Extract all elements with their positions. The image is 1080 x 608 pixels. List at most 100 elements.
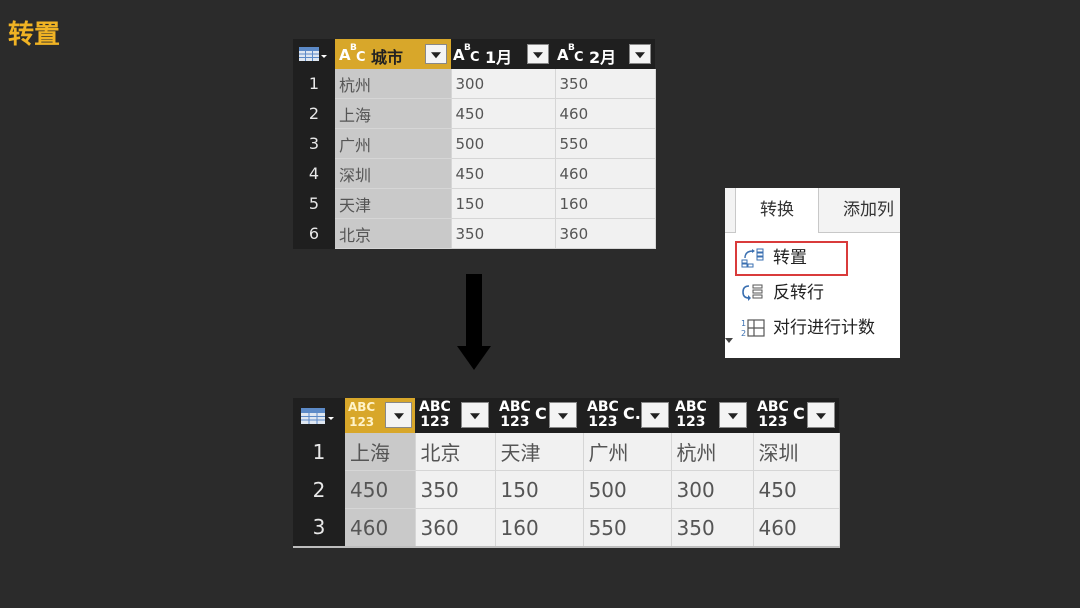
reverse-rows-label: 反转行 <box>773 283 824 303</box>
table-cell[interactable]: 160 <box>555 188 656 219</box>
table-cell[interactable]: 460 <box>753 508 840 548</box>
reverse-rows-icon <box>742 284 763 301</box>
slide-title: 转置 <box>8 20 61 50</box>
column-header-city[interactable]: ABC 城市 <box>335 39 451 69</box>
table-cell[interactable]: 450 <box>753 470 840 509</box>
any-type-icon: ABC 123 <box>675 399 707 430</box>
table-cell[interactable]: 150 <box>495 470 584 509</box>
table-cell[interactable]: 450 <box>345 470 416 509</box>
any-type-icon: ABC 123 <box>587 399 619 430</box>
column-filter-button[interactable] <box>385 402 412 428</box>
column-header-label: 1月 <box>485 48 513 67</box>
column-filter-button[interactable] <box>719 402 747 428</box>
column-header[interactable]: ABC 123 <box>415 398 495 433</box>
text-type-icon: ABC <box>453 43 480 65</box>
table-cell[interactable]: 350 <box>415 470 496 509</box>
column-header-label: C. <box>623 404 641 423</box>
column-header-label: C <box>535 404 547 423</box>
table-cell[interactable]: 天津 <box>495 433 584 471</box>
count-rows-label: 对行进行计数 <box>773 318 875 338</box>
column-header-label: 城市 <box>371 48 404 67</box>
tab-transform[interactable]: 转换 <box>735 188 819 233</box>
transpose-button[interactable]: 转置 <box>739 243 847 273</box>
column-filter-button[interactable] <box>425 44 447 64</box>
table-row: 1 上海 北京 天津 广州 杭州 深圳 <box>293 433 840 471</box>
table-row: 2 450 350 150 500 300 450 <box>293 470 840 509</box>
column-filter-button[interactable] <box>641 402 669 428</box>
table-icon <box>299 47 327 61</box>
table-row: 5 天津 150 160 <box>293 188 656 219</box>
original-table: ABC 城市 ABC 1月 ABC 2月 1 杭州 300 350 2 上海 4… <box>293 39 656 249</box>
column-filter-button[interactable] <box>807 402 835 428</box>
table-cell[interactable]: 460 <box>345 508 416 548</box>
table-cell[interactable]: 上海 <box>345 433 416 471</box>
table-cell[interactable]: 天津 <box>335 188 452 219</box>
row-number: 3 <box>293 508 345 548</box>
column-header-jan[interactable]: ABC 1月 <box>451 39 555 69</box>
table-cell[interactable]: 460 <box>555 158 656 189</box>
tab-add-column[interactable]: 添加列 <box>843 188 900 232</box>
table-cell[interactable]: 550 <box>555 128 656 159</box>
ribbon-tab-bar: 转换 添加列 <box>725 188 900 233</box>
table-cell[interactable]: 350 <box>555 69 656 99</box>
column-header[interactable]: ABC 123 <box>345 398 415 433</box>
chevron-down-icon[interactable] <box>725 338 733 343</box>
table-cell[interactable]: 300 <box>671 470 754 509</box>
table-cell[interactable]: 550 <box>583 508 672 548</box>
column-header[interactable]: ABC 123 C <box>495 398 583 433</box>
table-cell[interactable]: 北京 <box>335 218 452 249</box>
column-header[interactable]: ABC 123 C <box>753 398 839 433</box>
row-number: 2 <box>293 98 335 129</box>
any-type-icon: ABC 123 <box>419 399 451 430</box>
table-row: 3 广州 500 550 <box>293 128 656 159</box>
svg-text:2: 2 <box>741 329 746 338</box>
table-cell[interactable]: 450 <box>451 98 556 129</box>
table-menu-button[interactable] <box>293 39 335 69</box>
table-cell[interactable]: 360 <box>415 508 496 548</box>
column-header-label: C <box>793 404 805 423</box>
table-cell[interactable]: 广州 <box>335 128 452 159</box>
column-header-feb[interactable]: ABC 2月 <box>555 39 655 69</box>
row-number: 1 <box>293 433 345 471</box>
table-cell[interactable]: 350 <box>671 508 754 548</box>
transpose-label: 转置 <box>773 248 807 268</box>
down-arrow-shaft <box>466 274 482 348</box>
text-type-icon: ABC <box>557 43 584 65</box>
tab-label: 转换 <box>760 200 794 220</box>
table-cell[interactable]: 杭州 <box>335 69 452 99</box>
table-cell[interactable]: 300 <box>451 69 556 99</box>
table-cell[interactable]: 北京 <box>415 433 496 471</box>
table-cell[interactable]: 500 <box>583 470 672 509</box>
table-menu-button[interactable] <box>293 398 345 433</box>
column-filter-button[interactable] <box>527 44 549 64</box>
table-cell[interactable]: 350 <box>451 218 556 249</box>
table-cell[interactable]: 150 <box>451 188 556 219</box>
column-header[interactable]: ABC 123 <box>671 398 753 433</box>
any-type-icon: ABC 123 <box>499 399 531 430</box>
column-filter-button[interactable] <box>461 402 489 428</box>
row-number: 6 <box>293 218 335 249</box>
table-cell[interactable]: 360 <box>555 218 656 249</box>
table-row: 2 上海 450 460 <box>293 98 656 129</box>
column-filter-button[interactable] <box>549 402 577 428</box>
table-cell[interactable]: 460 <box>555 98 656 129</box>
row-number: 4 <box>293 158 335 189</box>
table-cell[interactable]: 160 <box>495 508 584 548</box>
table-cell[interactable]: 450 <box>451 158 556 189</box>
table-row: 3 460 360 160 550 350 460 <box>293 508 840 548</box>
ribbon-panel: 转换 添加列 转置 反转行 1 2 对行进行计数 <box>725 188 900 358</box>
table-cell[interactable]: 杭州 <box>671 433 754 471</box>
count-rows-button[interactable]: 1 2 对行进行计数 <box>739 313 899 343</box>
reverse-rows-button[interactable]: 反转行 <box>739 278 847 308</box>
table-cell[interactable]: 广州 <box>583 433 672 471</box>
text-type-icon: ABC <box>339 43 366 65</box>
table-cell[interactable]: 深圳 <box>753 433 840 471</box>
table-cell[interactable]: 深圳 <box>335 158 452 189</box>
column-header[interactable]: ABC 123 C. <box>583 398 671 433</box>
column-filter-button[interactable] <box>629 44 651 64</box>
row-number: 5 <box>293 188 335 219</box>
row-number: 3 <box>293 128 335 159</box>
table-cell[interactable]: 上海 <box>335 98 452 129</box>
table-cell[interactable]: 500 <box>451 128 556 159</box>
row-number: 1 <box>293 69 335 99</box>
